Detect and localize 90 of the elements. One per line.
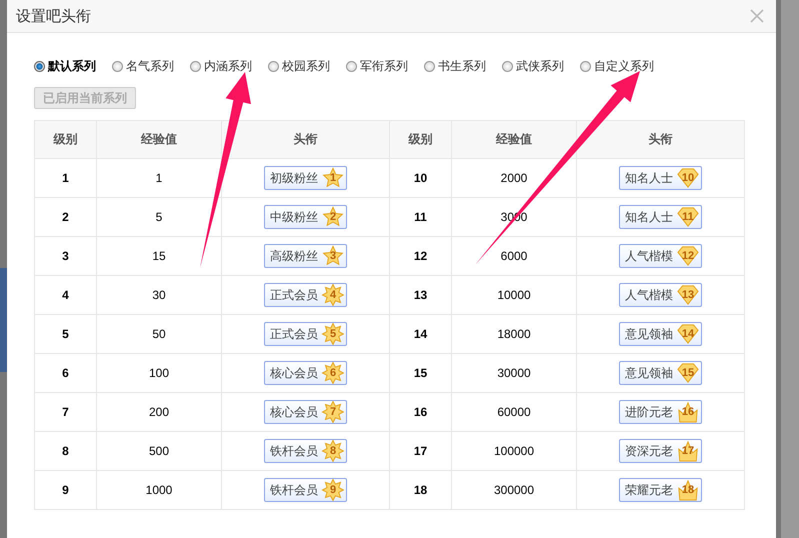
level-badge: 5 — [321, 323, 345, 345]
column-header: 级别 — [34, 120, 96, 158]
title-text: 人气楷模 — [625, 286, 673, 304]
level-cell: 3 — [34, 236, 96, 276]
level-cell: 7 — [34, 392, 96, 432]
radio-button[interactable] — [190, 60, 201, 72]
level-cell: 6 — [34, 354, 96, 392]
title-text: 正式会员 — [270, 286, 318, 304]
dialog-title: 设置吧头衔 — [16, 6, 91, 26]
exp-cell: 100000 — [452, 432, 576, 470]
level-badge: 17 — [676, 440, 700, 462]
title-text: 正式会员 — [270, 326, 318, 342]
level-badge: 15 — [676, 362, 700, 384]
title-text: 核心会员 — [270, 404, 318, 420]
level-badge: 18 — [676, 479, 700, 501]
exp-cell: 200 — [96, 392, 222, 432]
level-cell: 8 — [34, 432, 96, 470]
series-option[interactable]: 校园系列 — [282, 58, 330, 74]
title-text: 进阶元老 — [625, 404, 673, 420]
title-text: 资深元老 — [625, 442, 673, 460]
series-option[interactable]: 自定义系列 — [594, 58, 654, 74]
exp-cell: 1000 — [96, 470, 222, 510]
exp-cell: 10000 — [452, 276, 576, 314]
level-badge: 10 — [676, 167, 700, 189]
exp-cell: 100 — [96, 354, 222, 392]
series-option[interactable]: 名气系列 — [126, 58, 174, 74]
level-cell: 5 — [34, 314, 96, 354]
level-badge: 8 — [321, 440, 345, 462]
title-text: 铁杆会员 — [270, 482, 318, 498]
title-text: 高级粉丝 — [270, 248, 318, 264]
exp-cell: 50 — [96, 314, 222, 354]
level-cell: 16 — [390, 392, 452, 432]
column-header: 经验值 — [96, 120, 222, 158]
level-cell: 10 — [390, 158, 452, 198]
close-icon[interactable] — [750, 9, 764, 23]
title-text: 核心会员 — [270, 364, 318, 382]
exp-cell: 300000 — [452, 470, 576, 510]
level-cell: 2 — [34, 198, 96, 236]
radio-button[interactable] — [34, 60, 45, 72]
series-option[interactable]: 书生系列 — [438, 58, 486, 74]
radio-button[interactable] — [268, 60, 279, 72]
level-badge: 6 — [321, 362, 345, 384]
level-badge: 4 — [321, 284, 345, 306]
level-badge: 14 — [676, 323, 700, 345]
series-option[interactable]: 内涵系列 — [204, 58, 252, 74]
exp-cell: 18000 — [452, 314, 576, 354]
column-header: 头衔 — [222, 120, 390, 158]
level-badge: 11 — [676, 206, 700, 228]
series-option[interactable]: 武侠系列 — [516, 58, 564, 74]
level-badge: 13 — [676, 284, 700, 306]
column-header: 经验值 — [452, 120, 576, 158]
level-cell: 1 — [34, 158, 96, 198]
radio-button[interactable] — [580, 60, 591, 72]
level-badge: 3 — [321, 245, 345, 267]
exp-cell: 30000 — [452, 354, 576, 392]
exp-cell: 60000 — [452, 392, 576, 432]
title-text: 意见领袖 — [625, 326, 673, 342]
title-text: 初级粉丝 — [270, 170, 318, 186]
series-option[interactable]: 默认系列 — [48, 58, 96, 74]
level-badge: 9 — [321, 479, 345, 501]
title-text: 意见领袖 — [625, 364, 673, 382]
exp-cell: 30 — [96, 276, 222, 314]
level-badge: 16 — [676, 401, 700, 423]
title-text: 知名人士 — [625, 170, 673, 186]
level-cell: 11 — [390, 198, 452, 236]
level-cell: 9 — [34, 470, 96, 510]
level-cell: 17 — [390, 432, 452, 470]
level-cell: 14 — [390, 314, 452, 354]
level-cell: 4 — [34, 276, 96, 314]
exp-cell: 500 — [96, 432, 222, 470]
column-header: 头衔 — [576, 120, 744, 158]
level-cell: 12 — [390, 236, 452, 276]
series-option[interactable]: 军衔系列 — [360, 58, 408, 74]
radio-button[interactable] — [502, 60, 513, 72]
level-cell: 18 — [390, 470, 452, 510]
radio-button[interactable] — [346, 60, 357, 72]
level-cell: 15 — [390, 354, 452, 392]
radio-button[interactable] — [112, 60, 123, 72]
level-badge: 2 — [321, 206, 345, 228]
title-text: 中级粉丝 — [270, 208, 318, 226]
level-badge: 12 — [676, 245, 700, 267]
radio-button[interactable] — [424, 60, 435, 72]
level-badge: 7 — [321, 401, 345, 423]
level-cell: 13 — [390, 276, 452, 314]
title-text: 人气楷模 — [625, 248, 673, 264]
title-text: 知名人士 — [625, 208, 673, 226]
title-text: 荣耀元老 — [625, 482, 673, 498]
title-text: 铁杆会员 — [270, 442, 318, 460]
column-header: 级别 — [390, 120, 452, 158]
level-badge: 1 — [321, 167, 345, 189]
